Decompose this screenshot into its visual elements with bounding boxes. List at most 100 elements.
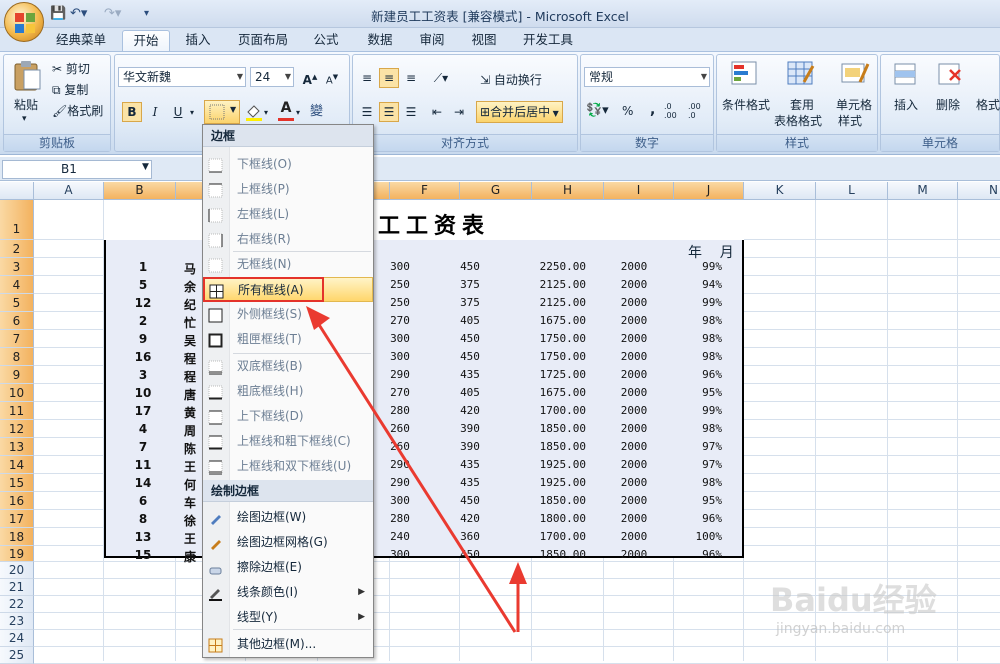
cell-name[interactable]: 程 (180, 350, 200, 367)
insert-cells-icon[interactable] (892, 60, 920, 88)
fill-color-dropdown-icon[interactable]: ▾ (264, 108, 268, 117)
column-header-f[interactable]: F (390, 182, 460, 200)
column-header-a[interactable]: A (34, 182, 104, 200)
cell-h[interactable]: 1925.00 (530, 476, 586, 489)
merge-center-button[interactable]: ⊞合并后居中 ▼ (476, 101, 563, 123)
cell-i[interactable]: 2000 (616, 314, 652, 327)
decrease-indent-icon[interactable]: ⇤ (427, 102, 447, 122)
cell-id[interactable]: 6 (128, 494, 158, 508)
cell-g[interactable]: 450 (452, 350, 488, 363)
increase-indent-icon[interactable]: ⇥ (449, 102, 469, 122)
underline-dropdown-icon[interactable]: ▾ (190, 108, 194, 117)
font-color-dropdown-icon[interactable]: ▾ (296, 108, 300, 117)
cell-j[interactable]: 99% (690, 404, 722, 417)
column-header-m[interactable]: M (888, 182, 958, 200)
cell-f[interactable]: 250 (382, 278, 418, 291)
cell-j[interactable]: 96% (690, 368, 722, 381)
cell-j[interactable]: 97% (690, 458, 722, 471)
tab-page-layout[interactable]: 页面布局 (232, 30, 294, 52)
row-header-21[interactable]: 21 (0, 579, 34, 596)
cell-j[interactable]: 94% (690, 278, 722, 291)
cell-f[interactable]: 300 (382, 350, 418, 363)
cell-h[interactable]: 1800.00 (530, 512, 586, 525)
delete-cells-icon[interactable] (936, 60, 964, 88)
cell-h[interactable]: 1850.00 (530, 422, 586, 435)
format-painter-button[interactable]: 🖌格式刷 (52, 102, 103, 119)
cell-h[interactable]: 1750.00 (530, 332, 586, 345)
align-left-icon[interactable]: ☰ (357, 102, 377, 122)
grow-font-button[interactable]: A▲ (300, 67, 320, 87)
cell-name[interactable]: 纪 (180, 296, 200, 313)
cell-g[interactable]: 435 (452, 368, 488, 381)
menu-item-draw-border[interactable]: 绘图边框(W) (203, 505, 373, 530)
cell-name[interactable]: 程 (180, 368, 200, 385)
cell-i[interactable]: 2000 (616, 530, 652, 543)
cell-id[interactable]: 1 (128, 260, 158, 274)
cell-i[interactable]: 2000 (616, 512, 652, 525)
cell-name[interactable]: 康 (180, 548, 200, 565)
cell-h[interactable]: 1700.00 (530, 530, 586, 543)
cell-j[interactable]: 96% (690, 512, 722, 525)
cell-g[interactable]: 420 (452, 512, 488, 525)
cell-h[interactable]: 1850.00 (530, 494, 586, 507)
cell-id[interactable]: 17 (128, 404, 158, 418)
cell-g[interactable]: 390 (452, 440, 488, 453)
cell-h[interactable]: 2125.00 (530, 296, 586, 309)
percent-button[interactable]: % (622, 104, 633, 118)
row-header-4[interactable]: 4 (0, 276, 34, 294)
conditional-format-button[interactable]: 条件格式 (722, 96, 770, 113)
column-header-n[interactable]: N (958, 182, 1000, 200)
font-name-combo[interactable]: 华文新魏 ▼ (118, 67, 246, 87)
row-header-2[interactable]: 2 (0, 240, 34, 258)
cell-name[interactable]: 何 (180, 476, 200, 493)
cell-i[interactable]: 2000 (616, 422, 652, 435)
menu-item-outside-borders[interactable]: 外侧框线(S) (203, 302, 373, 327)
cell-g[interactable]: 420 (452, 404, 488, 417)
orientation-icon[interactable]: ⟋▾ (427, 68, 455, 88)
cell-id[interactable]: 9 (128, 332, 158, 346)
cell-g[interactable]: 405 (452, 386, 488, 399)
cell-f[interactable]: 260 (382, 422, 418, 435)
format-as-table-icon[interactable] (786, 58, 816, 88)
cell-f[interactable]: 290 (382, 458, 418, 471)
cell-name[interactable]: 陈 (180, 440, 200, 457)
paste-icon[interactable] (12, 60, 42, 92)
cell-name[interactable]: 余 (180, 278, 200, 295)
menu-item-more-borders[interactable]: 其他边框(M)... (203, 632, 373, 657)
cell-id[interactable]: 10 (128, 386, 158, 400)
cell-id[interactable]: 11 (128, 458, 158, 472)
tab-classic-menu[interactable]: 经典菜单 (50, 30, 112, 52)
cell-id[interactable]: 14 (128, 476, 158, 490)
cell-g[interactable]: 375 (452, 296, 488, 309)
tab-developer[interactable]: 开发工具 (516, 30, 580, 52)
cell-g[interactable]: 450 (452, 332, 488, 345)
cell-f[interactable]: 290 (382, 368, 418, 381)
cell-j[interactable]: 99% (690, 260, 722, 273)
tab-insert[interactable]: 插入 (178, 30, 218, 52)
cell-i[interactable]: 2000 (616, 404, 652, 417)
cell-name[interactable]: 王 (180, 458, 200, 475)
decrease-decimal-button[interactable]: .00 .0 (688, 102, 710, 120)
shrink-font-button[interactable]: A▼ (322, 67, 342, 87)
row-header-7[interactable]: 7 (0, 330, 34, 348)
row-header-8[interactable]: 8 (0, 348, 34, 366)
row-header-20[interactable]: 20 (0, 562, 34, 579)
column-header-g[interactable]: G (460, 182, 532, 200)
insert-cells-button[interactable]: 插入 (894, 96, 918, 113)
comma-button[interactable]: , (650, 102, 655, 118)
cell-id[interactable]: 15 (128, 548, 158, 562)
menu-item-draw-border-grid[interactable]: 绘图边框网格(G) (203, 530, 373, 555)
cell-id[interactable]: 12 (128, 296, 158, 310)
cell-f[interactable]: 280 (382, 404, 418, 417)
cell-i[interactable]: 2000 (616, 278, 652, 291)
number-format-combo[interactable]: 常规 ▼ (584, 67, 710, 87)
tab-home[interactable]: 开始 (122, 30, 170, 52)
cell-h[interactable]: 1925.00 (530, 458, 586, 471)
row-header-24[interactable]: 24 (0, 630, 34, 647)
column-header-b[interactable]: B (104, 182, 176, 200)
cell-i[interactable]: 2000 (616, 494, 652, 507)
paste-button[interactable]: 粘贴 (14, 96, 38, 113)
office-button[interactable] (4, 2, 44, 42)
cell-f[interactable]: 240 (382, 530, 418, 543)
align-middle-icon[interactable]: ≡ (379, 68, 399, 88)
